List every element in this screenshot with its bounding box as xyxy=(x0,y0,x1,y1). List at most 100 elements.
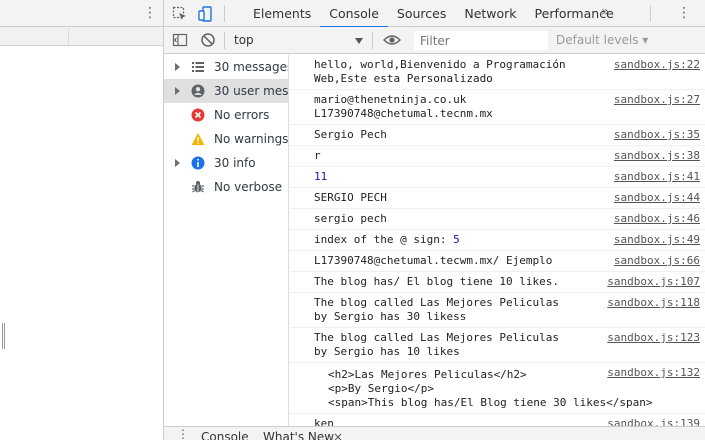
console-message: The blog called Las Mejores Peliculas by… xyxy=(290,328,705,363)
source-link[interactable]: sandbox.js:38 xyxy=(614,149,700,163)
console-message: ken sandbox.js:139 xyxy=(290,414,705,426)
inspect-element-icon[interactable] xyxy=(172,6,188,22)
sidebar-item-info[interactable]: 30 info xyxy=(164,151,288,175)
console-message: The blog has/ El blog tiene 10 likes. sa… xyxy=(290,272,705,293)
page-body xyxy=(0,47,163,440)
source-link[interactable]: sandbox.js:27 xyxy=(614,93,700,107)
page-top-bar: ⋮ xyxy=(0,0,163,27)
message-number: 5 xyxy=(453,233,460,246)
sidebar-item-user-messages[interactable]: 30 user mes... xyxy=(164,79,288,103)
source-link[interactable]: sandbox.js:49 xyxy=(614,233,700,247)
sidebar-item-verbose[interactable]: No verbose xyxy=(164,175,288,199)
page-pane: ⋮ xyxy=(0,0,163,440)
console-message: 11 sandbox.js:41 xyxy=(290,167,705,188)
eye-icon[interactable] xyxy=(383,33,401,47)
message-text: index of the @ sign: 5 xyxy=(314,233,610,247)
list-icon xyxy=(192,62,204,72)
more-tabs-icon[interactable]: » xyxy=(601,4,610,20)
sidebar-item-label: 30 user mes... xyxy=(214,84,288,98)
message-prefix: index of the @ sign: xyxy=(314,233,454,246)
expand-arrow-icon[interactable] xyxy=(175,159,180,167)
source-link[interactable]: sandbox.js:22 xyxy=(614,58,700,72)
sidebar-item-label: 30 info xyxy=(214,156,256,170)
warning-icon xyxy=(191,133,205,145)
console-message: r sandbox.js:38 xyxy=(290,146,705,167)
devtools-tabbar: Elements Console Sources Network Perform… xyxy=(164,0,705,28)
console-message: hello, world,Bienvenido a Programación W… xyxy=(290,55,705,90)
more-options-icon[interactable]: ⋮ xyxy=(143,5,157,21)
devtools-tabs: Elements Console Sources Network Perform… xyxy=(244,0,623,28)
console-toolbar: top Default levels ▾ xyxy=(164,27,705,54)
source-link[interactable]: sandbox.js:66 xyxy=(614,254,700,268)
source-link[interactable]: sandbox.js:107 xyxy=(607,275,700,289)
sidebar-item-errors[interactable]: No errors xyxy=(164,103,288,127)
page-secondary-bar xyxy=(0,27,163,46)
message-number: 11 xyxy=(314,170,328,183)
sidebar-item-messages[interactable]: 30 messages xyxy=(164,55,288,79)
sidebar-item-warnings[interactable]: No warnings xyxy=(164,127,288,151)
error-icon xyxy=(191,108,205,122)
console-message: Sergio Pech sandbox.js:35 xyxy=(290,125,705,146)
tab-console[interactable]: Console xyxy=(320,0,388,28)
message-text: r xyxy=(314,149,321,162)
tab-network[interactable]: Network xyxy=(455,0,525,27)
sidebar-item-label: No verbose xyxy=(214,180,283,194)
clear-console-icon[interactable] xyxy=(200,32,216,48)
source-link[interactable]: sandbox.js:44 xyxy=(614,191,700,205)
drawer-tab-whats-new[interactable]: What's New xyxy=(263,430,334,440)
console-log: hello, world,Bienvenido a Programación W… xyxy=(290,55,705,426)
sidebar-item-label: 30 messages xyxy=(214,60,288,74)
message-text: mario@thenetninja.co.uk L17390748@chetum… xyxy=(314,93,493,120)
expand-arrow-icon[interactable] xyxy=(175,63,180,71)
console-message: The blog called Las Mejores Peliculas by… xyxy=(290,293,705,328)
tabbar-separator xyxy=(650,5,651,22)
tab-elements[interactable]: Elements xyxy=(244,0,320,27)
tab-sources[interactable]: Sources xyxy=(388,0,455,27)
message-text: ken xyxy=(314,417,334,426)
drawer-tab-console[interactable]: Console xyxy=(201,430,249,440)
expand-arrow-icon[interactable] xyxy=(175,87,180,95)
context-select[interactable]: top xyxy=(234,32,364,48)
devtools-panel: Elements Console Sources Network Perform… xyxy=(163,0,705,440)
console-message: mario@thenetninja.co.uk L17390748@chetum… xyxy=(290,90,705,125)
message-text: L17390748@chetumal.tecwm.mx/ Ejemplo xyxy=(314,254,553,267)
sidebar-item-label: No errors xyxy=(214,108,270,122)
device-toolbar-icon[interactable] xyxy=(198,6,214,22)
console-sidebar: 30 messages 30 user mes... No errors xyxy=(164,55,289,426)
console-message: sandbox.js:132 <h2>Las Mejores Peliculas… xyxy=(290,363,705,414)
source-link[interactable]: sandbox.js:132 xyxy=(607,366,700,380)
message-text: The blog has/ El blog tiene 10 likes. xyxy=(314,275,560,288)
message-text: The blog called Las Mejores Peliculas by… xyxy=(314,331,560,358)
splitter-handle[interactable] xyxy=(2,323,5,349)
console-message: sergio pech sandbox.js:46 xyxy=(290,209,705,230)
log-levels-select[interactable]: Default levels ▾ xyxy=(556,32,648,48)
drawer-menu-icon[interactable]: ⋮ xyxy=(177,428,189,440)
console-message: SERGIO PECH sandbox.js:44 xyxy=(290,188,705,209)
drawer-tabbar: ⋮ Console What's New × xyxy=(164,426,705,440)
toolbar-separator xyxy=(224,32,225,49)
user-icon xyxy=(191,84,205,98)
source-link[interactable]: sandbox.js:41 xyxy=(614,170,700,184)
message-text: hello, world,Bienvenido a Programación W… xyxy=(314,58,566,85)
toolbar-separator xyxy=(372,32,373,49)
source-link[interactable]: sandbox.js:123 xyxy=(607,331,700,345)
console-message: index of the @ sign: 5 sandbox.js:49 xyxy=(290,230,705,251)
message-text: Sergio Pech xyxy=(314,128,387,141)
console-message: L17390748@chetumal.tecwm.mx/ Ejemplo san… xyxy=(290,251,705,272)
message-text: sergio pech xyxy=(314,212,387,225)
info-icon xyxy=(191,156,205,170)
sidebar-item-label: No warnings xyxy=(214,132,288,146)
devtools-menu-icon[interactable]: ⋮ xyxy=(677,5,691,21)
source-link[interactable]: sandbox.js:46 xyxy=(614,212,700,226)
close-icon[interactable]: × xyxy=(333,430,343,440)
source-link[interactable]: sandbox.js:35 xyxy=(614,128,700,142)
message-text: The blog called Las Mejores Peliculas by… xyxy=(314,296,560,323)
filter-input[interactable] xyxy=(414,31,548,50)
tabbar-separator xyxy=(224,5,225,22)
source-link[interactable]: sandbox.js:118 xyxy=(607,296,700,310)
message-text: SERGIO PECH xyxy=(314,191,387,204)
bug-icon xyxy=(192,181,204,193)
sidebar-toggle-icon[interactable] xyxy=(172,32,188,48)
source-link[interactable]: sandbox.js:139 xyxy=(607,417,700,426)
chevron-down-icon[interactable] xyxy=(355,38,363,44)
